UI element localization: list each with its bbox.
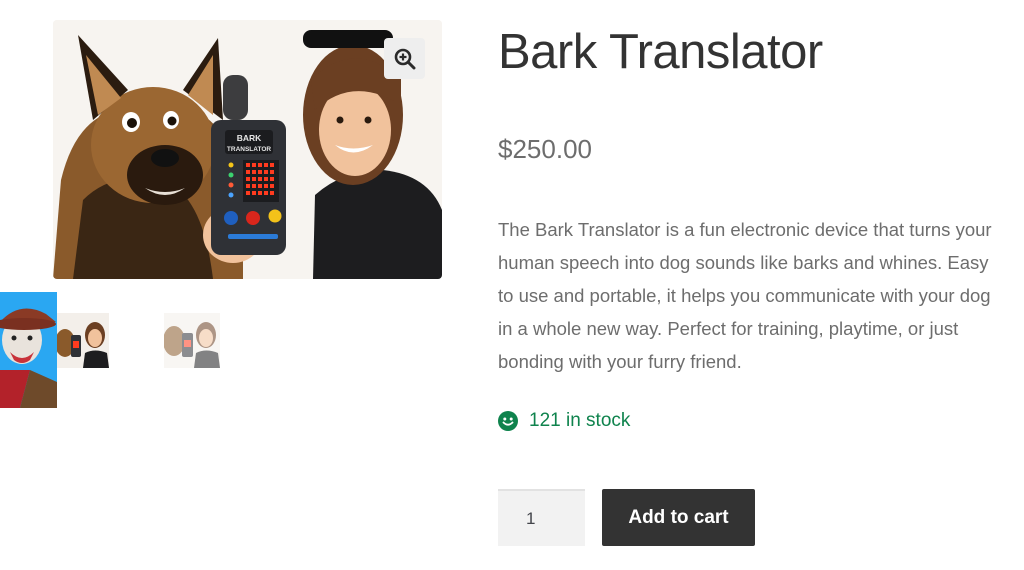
device-label-line2: TRANSLATOR bbox=[227, 146, 271, 153]
product-title: Bark Translator bbox=[498, 25, 823, 79]
stock-status: 121 in stock bbox=[498, 410, 630, 432]
product-description: The Bark Translator is a fun electronic … bbox=[498, 219, 992, 372]
stock-text: 121 in stock bbox=[529, 410, 631, 431]
product-price: $250.00 bbox=[498, 134, 592, 164]
add-to-cart-button[interactable]: Add to cart bbox=[602, 489, 755, 546]
thumbnail-cowboy-dog[interactable] bbox=[0, 292, 57, 408]
thumbnail-dog-woman-alt[interactable] bbox=[164, 313, 220, 368]
device-label-line1: BARK bbox=[237, 133, 262, 143]
smile-icon bbox=[498, 411, 518, 431]
zoom-in-icon bbox=[394, 48, 415, 69]
quantity-input[interactable] bbox=[498, 489, 585, 546]
zoom-button[interactable] bbox=[384, 38, 425, 79]
thumbnail-dog-woman[interactable] bbox=[57, 313, 109, 368]
